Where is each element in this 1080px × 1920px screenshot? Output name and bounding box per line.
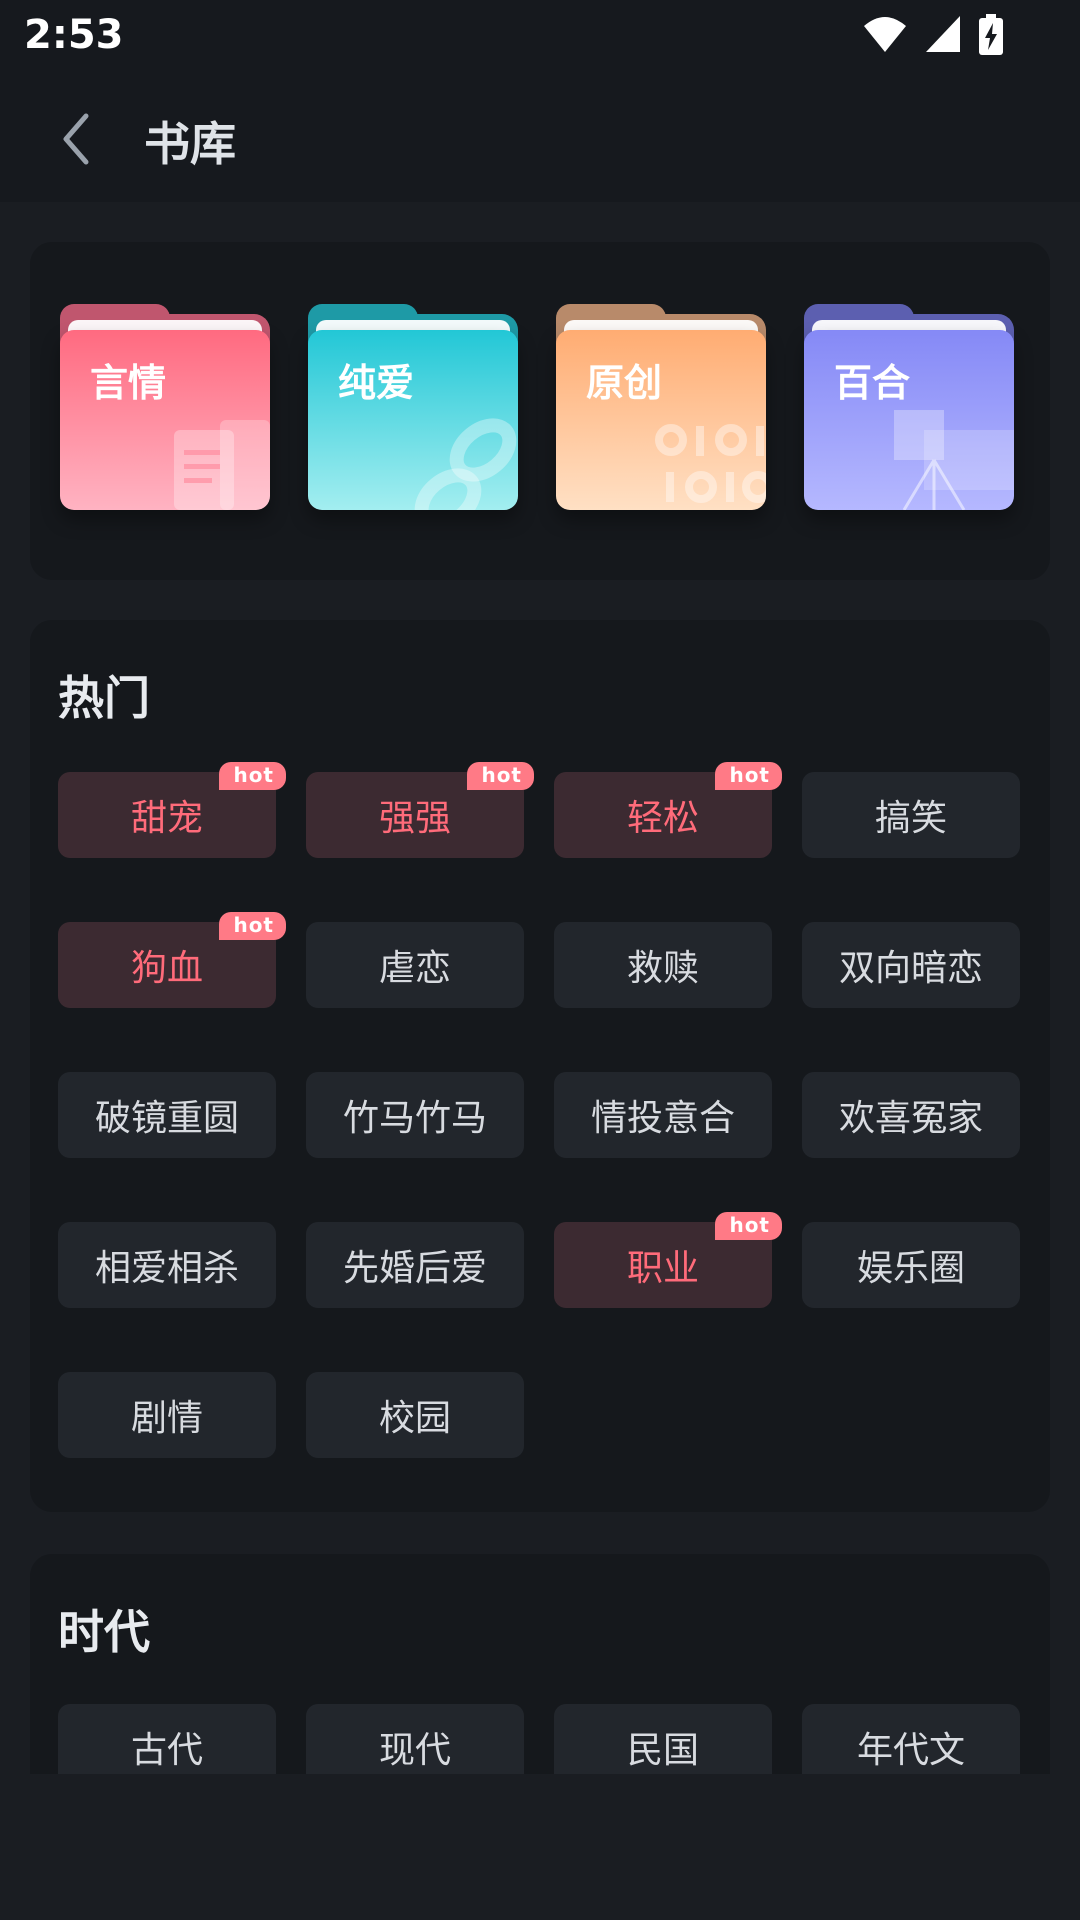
era-section: 时代 古代 现代 民国 年代文 xyxy=(30,1554,1050,1774)
tag-zhuma[interactable]: 竹马竹马 xyxy=(306,1072,524,1158)
section-title-era: 时代 xyxy=(58,1605,150,1659)
hot-badge: hot xyxy=(715,1212,782,1240)
tag-zhiye[interactable]: 职业 hot xyxy=(554,1212,782,1308)
tag-yulequan[interactable]: 娱乐圈 xyxy=(802,1222,1020,1308)
status-time: 2:53 xyxy=(24,12,124,58)
binary-icon xyxy=(655,424,766,503)
status-icons xyxy=(862,14,1004,56)
page-title: 书库 xyxy=(144,117,236,171)
tag-xiangai[interactable]: 相爱相杀 xyxy=(58,1222,276,1308)
wifi-icon xyxy=(864,17,906,52)
tag-qiangqiang[interactable]: 强强 hot xyxy=(306,762,534,858)
tag-nuelian[interactable]: 虐恋 xyxy=(306,922,524,1008)
battery-charging-icon xyxy=(979,14,1003,55)
tag-huanxi[interactable]: 欢喜冤家 xyxy=(802,1072,1020,1158)
app-bar: 书库 xyxy=(0,72,1080,202)
link-icon xyxy=(414,418,517,510)
tag-minguo[interactable]: 民国 xyxy=(554,1704,772,1774)
category-label: 原创 xyxy=(586,361,663,405)
signal-icon xyxy=(926,16,960,52)
tag-gudai[interactable]: 古代 xyxy=(58,1704,276,1774)
hot-badge: hot xyxy=(715,762,782,790)
tag-xiaoyuan[interactable]: 校园 xyxy=(306,1372,524,1458)
tag-pojing[interactable]: 破镜重圆 xyxy=(58,1072,276,1158)
tag-juqing[interactable]: 剧情 xyxy=(58,1372,276,1458)
tag-tianchong[interactable]: 甜宠 hot xyxy=(58,762,286,858)
back-arrow-icon[interactable] xyxy=(56,112,96,166)
category-folder-yanqing[interactable]: 言情 xyxy=(60,304,270,510)
tag-qingtou[interactable]: 情投意合 xyxy=(554,1072,772,1158)
category-card: 言情 纯爱 原创 百合 xyxy=(30,242,1050,580)
category-label: 纯爱 xyxy=(338,361,415,405)
tag-jiushu[interactable]: 救赎 xyxy=(554,922,772,1008)
tag-xiandai[interactable]: 现代 xyxy=(306,1704,524,1774)
category-folder-chunai[interactable]: 纯爱 xyxy=(308,304,518,510)
hot-badge: hot xyxy=(219,762,286,790)
book-icon xyxy=(174,420,270,510)
category-folder-yuanchuang[interactable]: 原创 xyxy=(556,304,766,510)
tag-niandaiwen[interactable]: 年代文 xyxy=(802,1704,1020,1774)
hot-section: 热门 甜宠 hot 强强 hot 轻松 hot 搞笑 狗血 hot 虐恋 救赎 … xyxy=(30,620,1050,1512)
tag-qingsong[interactable]: 轻松 hot xyxy=(554,762,782,858)
tag-gaoxiao[interactable]: 搞笑 xyxy=(802,772,1020,858)
category-label: 言情 xyxy=(90,361,167,405)
tag-gouxue[interactable]: 狗血 hot xyxy=(58,912,286,1008)
category-folder-baihe[interactable]: 百合 xyxy=(804,304,1014,510)
tag-shuangxiang[interactable]: 双向暗恋 xyxy=(802,922,1020,1008)
status-bar: 2:53 xyxy=(0,0,1080,72)
category-label: 百合 xyxy=(834,361,911,405)
section-title-hot: 热门 xyxy=(58,671,150,725)
tag-xianhun[interactable]: 先婚后爱 xyxy=(306,1222,524,1308)
hot-badge: hot xyxy=(219,912,286,940)
easel-icon xyxy=(894,410,1014,510)
hot-badge: hot xyxy=(467,762,534,790)
